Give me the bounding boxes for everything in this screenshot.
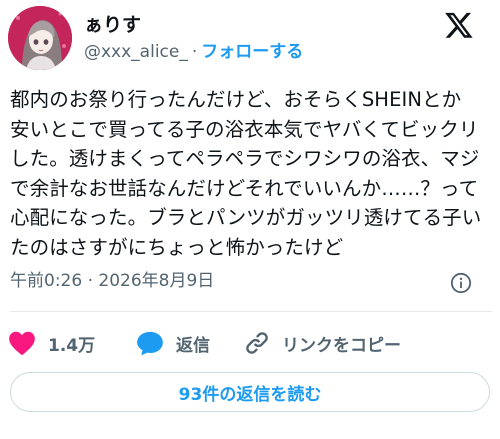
display-name[interactable]: ぁりす (84, 14, 141, 36)
info-icon[interactable] (450, 272, 472, 294)
like-count: 1.4万 (48, 335, 96, 356)
tweet-timestamp[interactable]: 午前0:26 · 2026年8月9日 (10, 270, 214, 292)
heart-icon (8, 330, 36, 356)
reply-button[interactable]: 返信 (136, 325, 210, 361)
copy-link-button[interactable]: リンクをコピー (244, 325, 401, 361)
like-button[interactable]: 1.4万 (8, 325, 95, 361)
reply-label: 返信 (176, 335, 210, 356)
divider (10, 311, 492, 312)
avatar[interactable] (8, 6, 72, 70)
action-bar: 1.4万 返信 リンクをコピー (0, 325, 500, 361)
tweet-text: 都内のお祭り行ったんだけど、おそらくSHEINとか 安いとこで買ってる子の浴衣本… (10, 88, 482, 259)
user-handle[interactable]: @xxx_alice_ (84, 42, 188, 62)
reply-bubble-icon (136, 330, 164, 356)
read-replies-button[interactable]: 93件の返信を読む (10, 372, 490, 412)
separator-dot: · (191, 42, 198, 62)
x-logo-icon[interactable] (444, 10, 474, 40)
copy-link-label: リンクをコピー (282, 335, 401, 356)
handle-row: @xxx_alice_ · フォローする (84, 41, 303, 63)
tweet-card: ぁりす @xxx_alice_ · フォローする 都内のお祭り行ったんだけど、おそら… (0, 0, 500, 439)
link-icon (244, 330, 270, 356)
follow-button[interactable]: フォローする (201, 42, 303, 62)
